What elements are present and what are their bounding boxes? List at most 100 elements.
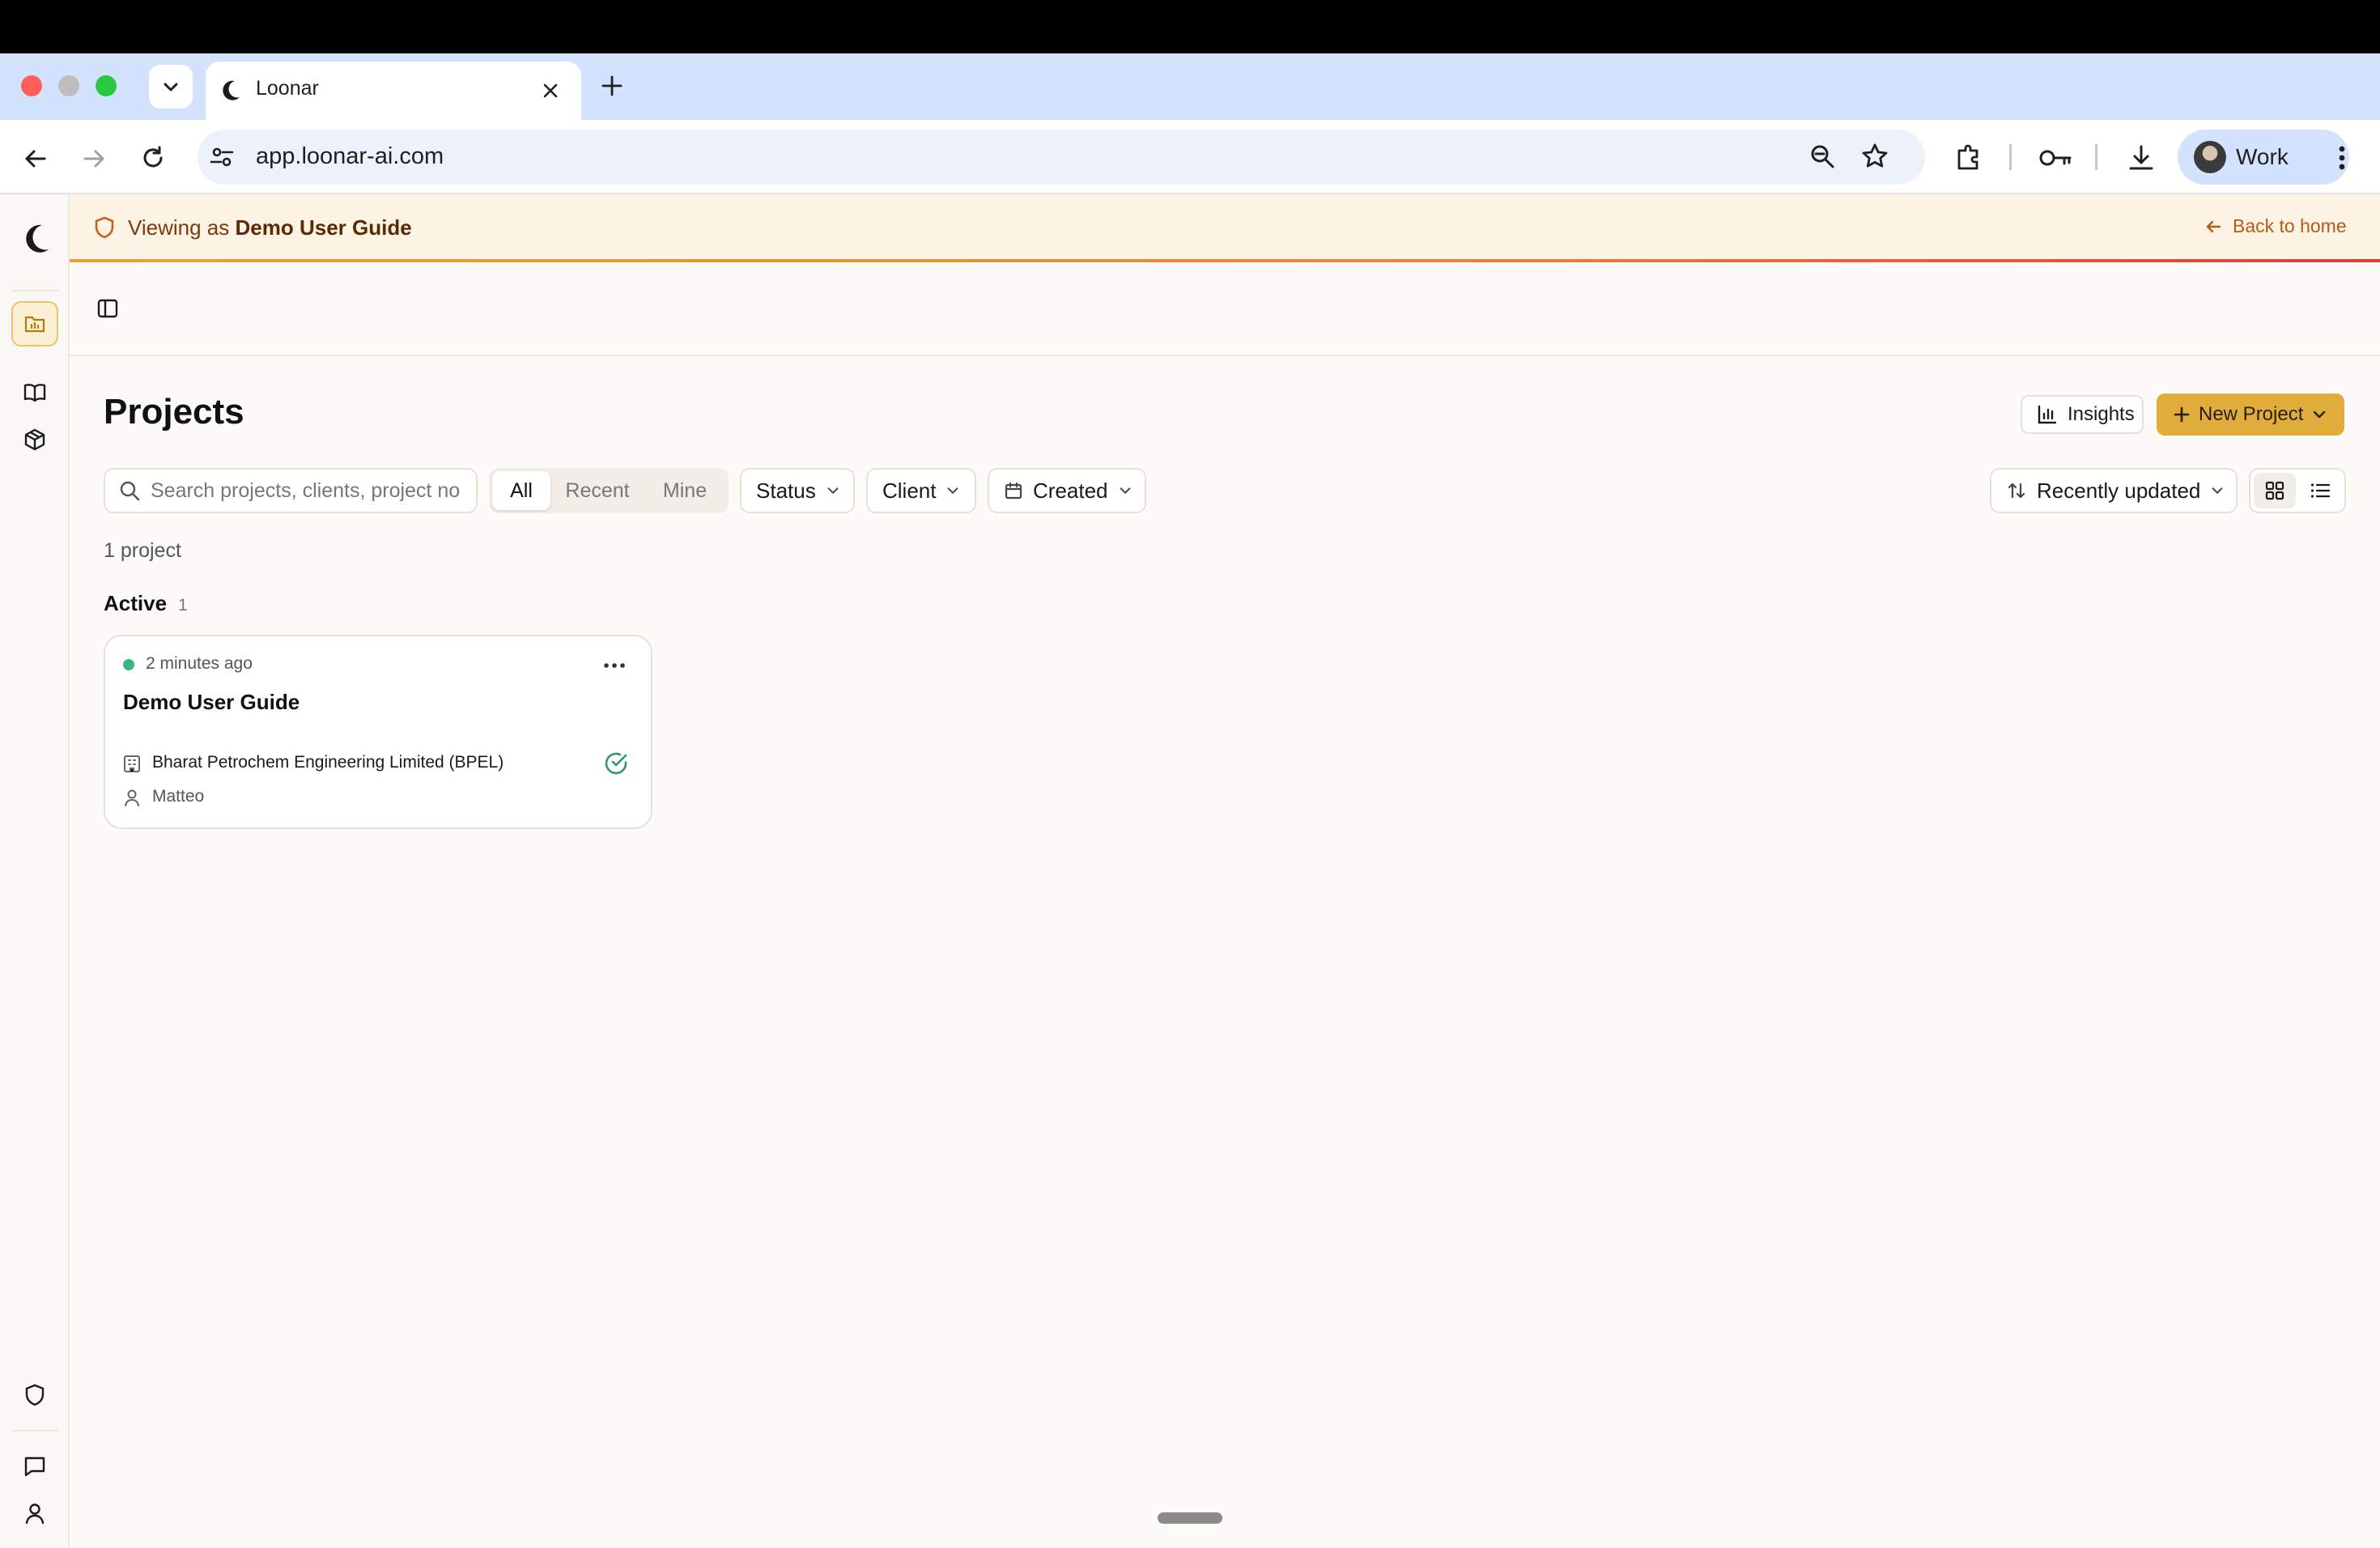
client-filter-label: Client (882, 478, 937, 503)
book-open-icon[interactable] (23, 381, 47, 405)
segment-all-label: All (510, 478, 533, 502)
segment-mine[interactable]: Mine (648, 471, 722, 510)
banner-text: Viewing as Demo User Guide (128, 215, 412, 240)
content-topbar (70, 262, 2380, 356)
chevron-down-icon (827, 487, 839, 494)
close-tab-icon[interactable] (541, 81, 560, 100)
created-filter[interactable]: Created (988, 468, 1146, 513)
search-placeholder: Search projects, clients, project no (151, 478, 461, 502)
chevron-down-icon (2212, 487, 2223, 494)
toolbar-divider (2009, 144, 2012, 170)
close-window-button[interactable] (21, 75, 42, 96)
shield-icon (95, 216, 114, 239)
banner-prefix: Viewing as (128, 215, 230, 240)
zoom-icon[interactable] (1808, 142, 1836, 170)
list-view-button[interactable] (2299, 473, 2341, 508)
bar-chart-icon (2038, 405, 2057, 424)
status-filter[interactable]: Status (740, 468, 855, 513)
loonar-logo-icon[interactable] (21, 222, 52, 256)
chevron-down-icon (2314, 410, 2326, 419)
downloads-icon[interactable] (2126, 142, 2157, 173)
grid-icon (2265, 481, 2284, 500)
profile-chip[interactable]: Work (2178, 130, 2349, 185)
project-updated: 2 minutes ago (146, 654, 253, 673)
building-icon (124, 755, 140, 772)
chevron-down-icon (948, 487, 958, 494)
rail-divider (11, 1430, 58, 1431)
segment-recent-label: Recent (565, 478, 630, 502)
user-icon[interactable] (23, 1501, 47, 1525)
scroll-handle[interactable] (1158, 1512, 1222, 1524)
user-icon (125, 789, 139, 806)
more-options-icon[interactable] (602, 659, 627, 672)
group-label: Active (104, 591, 168, 615)
chevron-down-icon (1120, 487, 1130, 494)
address-bar[interactable]: app.loonar-ai.com (198, 130, 1925, 185)
scope-segmented-control: All Recent Mine (489, 468, 729, 513)
page-title: Projects (104, 392, 244, 432)
project-owner: Matteo (152, 787, 205, 806)
bookmark-star-icon[interactable] (1860, 142, 1889, 171)
search-icon (120, 481, 140, 501)
list-icon (2310, 483, 2331, 498)
grid-view-button[interactable] (2254, 473, 2296, 508)
tab-search-button[interactable] (149, 65, 193, 108)
project-name[interactable]: Demo User Guide (123, 690, 300, 715)
back-arrow-icon[interactable] (23, 146, 49, 172)
new-project-button[interactable]: New Project (2157, 393, 2344, 436)
reload-icon[interactable] (139, 144, 167, 172)
chat-bubble-icon[interactable] (23, 1454, 47, 1478)
calendar-icon (1005, 482, 1022, 500)
insights-button[interactable]: Insights (2021, 395, 2144, 434)
plus-icon (2174, 406, 2190, 423)
minimize-window-button[interactable] (58, 75, 79, 96)
project-count: 1 project (104, 539, 181, 562)
folder-chart-icon (24, 316, 45, 333)
group-header-active: Active 1 (104, 591, 188, 616)
rail-item-projects[interactable] (11, 301, 58, 347)
segment-all[interactable]: All (492, 471, 550, 510)
status-filter-label: Status (756, 478, 816, 503)
project-client: Bharat Petrochem Engineering Limited (BP… (152, 753, 504, 772)
url-text[interactable]: app.loonar-ai.com (256, 143, 444, 170)
forward-arrow-icon[interactable] (81, 146, 107, 172)
impersonation-banner (70, 194, 2380, 261)
segment-recent[interactable]: Recent (557, 471, 638, 510)
os-menubar (0, 0, 2380, 53)
toolbar-divider (2095, 144, 2097, 170)
extensions-icon[interactable] (1953, 142, 1983, 173)
password-key-icon[interactable] (2038, 144, 2072, 172)
maximize-window-button[interactable] (96, 75, 117, 96)
site-settings-icon[interactable] (209, 144, 235, 170)
sort-dropdown[interactable]: Recently updated (1990, 468, 2238, 513)
created-filter-label: Created (1033, 478, 1108, 503)
project-card[interactable]: 2 minutes ago Demo User Guide Bharat Pet… (104, 635, 652, 829)
segment-mine-label: Mine (662, 478, 708, 502)
check-circle-icon (605, 752, 627, 775)
loonar-favicon-icon (223, 80, 240, 100)
sort-label: Recently updated (2037, 478, 2201, 503)
view-toggle (2249, 468, 2346, 513)
arrow-left-icon (2206, 220, 2221, 232)
profile-label: Work (2236, 144, 2289, 169)
back-to-home-link[interactable]: Back to home (2204, 215, 2347, 237)
browser-tab[interactable]: Loonar (206, 62, 581, 120)
browser-menu-icon[interactable] (2331, 142, 2352, 173)
chevron-down-icon (164, 83, 178, 91)
new-tab-icon[interactable] (601, 74, 623, 97)
client-filter[interactable]: Client (866, 468, 976, 513)
sidebar-toggle-icon[interactable] (96, 296, 120, 321)
insights-label: Insights (2068, 403, 2135, 425)
status-dot (123, 659, 134, 670)
rail-divider (11, 290, 58, 291)
search-input[interactable]: Search projects, clients, project no (104, 468, 478, 513)
new-project-label: New Project (2199, 403, 2304, 425)
avatar (2194, 141, 2226, 173)
shield-icon[interactable] (23, 1383, 47, 1407)
banner-user: Demo User Guide (235, 215, 412, 240)
group-count: 1 (178, 596, 188, 615)
tab-title: Loonar (256, 77, 319, 100)
back-to-home-label: Back to home (2233, 215, 2347, 236)
sort-arrows-icon (2008, 483, 2025, 499)
package-box-icon[interactable] (23, 427, 47, 452)
